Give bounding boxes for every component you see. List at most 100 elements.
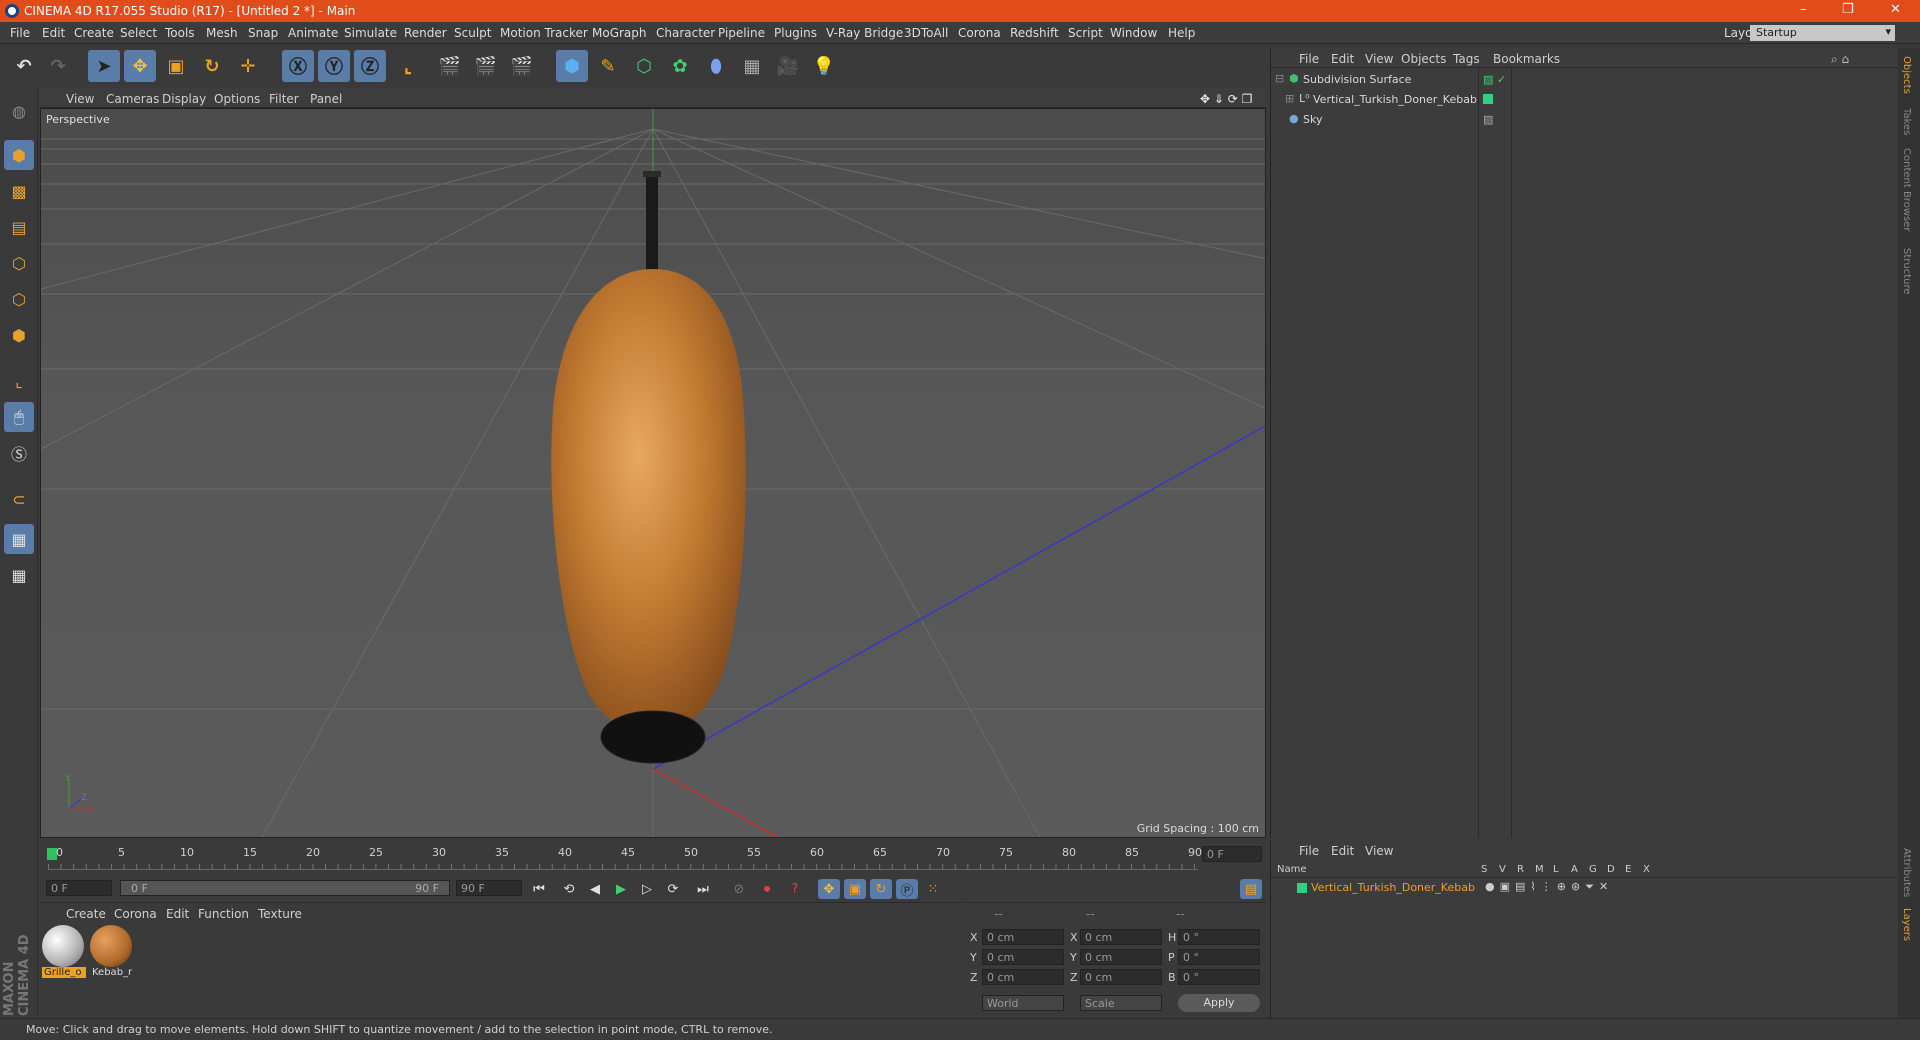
menu-3dtoall[interactable]: 3DToAll <box>904 26 948 40</box>
recent-tools-icon[interactable]: ✛ <box>232 50 264 82</box>
menu-corona[interactable]: Corona <box>958 26 1001 40</box>
live-selection-icon[interactable]: ➤ <box>88 50 120 82</box>
doner-kebab-meat[interactable] <box>551 269 746 734</box>
scale-tool-icon[interactable]: ▣ <box>160 50 192 82</box>
workplane-mode-icon[interactable]: ▤ <box>4 212 34 242</box>
tab-attributes[interactable]: Attributes <box>1901 848 1912 897</box>
edges-mode-icon[interactable]: ⬡ <box>4 284 34 314</box>
object-row[interactable]: ● Sky ▨ <box>1275 112 1875 130</box>
play-icon[interactable]: ▶ <box>610 879 632 899</box>
obj-menu-file[interactable]: File <box>1299 52 1319 66</box>
rotation-h-field[interactable]: 0 ° <box>1178 929 1260 945</box>
enabled-check-icon[interactable]: ▨ ✓ <box>1483 73 1506 86</box>
size-y-field[interactable]: 0 cm <box>1080 949 1162 965</box>
close-button[interactable]: ✕ <box>1890 2 1901 17</box>
timeline-ruler[interactable]: 0 5 10 15 20 25 30 35 40 45 50 55 60 65 … <box>40 840 1266 876</box>
obj-menu-tags[interactable]: Tags <box>1453 52 1480 66</box>
layer-menu-file[interactable]: File <box>1299 844 1319 858</box>
end-frame-field[interactable]: 90 F <box>456 880 522 896</box>
viewport-menu-display[interactable]: Display <box>162 92 206 106</box>
z-axis-lock-icon[interactable]: Ⓩ <box>354 50 386 82</box>
frame-range-slider[interactable]: 0 F 90 F <box>120 880 450 896</box>
start-frame-field[interactable]: 0 F <box>46 880 112 896</box>
collapse-icon[interactable]: ⊟ <box>1275 72 1284 85</box>
key-parameter-icon[interactable]: Ⓟ <box>896 879 918 899</box>
render-picture-viewer-icon[interactable]: 🎬 <box>470 50 502 82</box>
material-swatch[interactable]: Grille_o <box>42 925 86 981</box>
position-z-field[interactable]: 0 cm <box>982 969 1064 985</box>
tab-objects[interactable]: Objects <box>1901 56 1912 94</box>
menu-file[interactable]: File <box>10 26 30 40</box>
mat-menu-edit[interactable]: Edit <box>166 907 189 921</box>
layer-menu-edit[interactable]: Edit <box>1331 844 1354 858</box>
planar-workplane-icon[interactable]: ▦ <box>4 560 34 590</box>
mat-menu-create[interactable]: Create <box>66 907 106 921</box>
model-mode-icon[interactable]: ⬢ <box>4 140 34 170</box>
obj-menu-objects[interactable]: Objects <box>1401 52 1446 66</box>
camera-icon[interactable]: 🎥 <box>772 50 804 82</box>
key-position-icon[interactable]: ✥ <box>818 879 840 899</box>
render-settings-icon[interactable]: 🎬 <box>506 50 538 82</box>
rotation-p-field[interactable]: 0 ° <box>1178 949 1260 965</box>
tab-content-browser[interactable]: Content Browser <box>1901 148 1912 231</box>
viewport-menu-cameras[interactable]: Cameras <box>106 92 159 106</box>
obj-menu-edit[interactable]: Edit <box>1331 52 1354 66</box>
menu-mesh[interactable]: Mesh <box>206 26 238 40</box>
cube-primitive-icon[interactable]: ⬢ <box>556 50 588 82</box>
viewport-menu-view[interactable]: View <box>66 92 94 106</box>
move-tool-icon[interactable]: ✥ <box>124 50 156 82</box>
menu-motion-tracker[interactable]: Motion Tracker <box>500 26 588 40</box>
menu-select[interactable]: Select <box>120 26 157 40</box>
apply-button[interactable]: Apply <box>1178 994 1260 1012</box>
subdivision-surface-icon[interactable]: ⬡ <box>628 50 660 82</box>
record-key-icon[interactable]: ⏺ <box>756 879 778 899</box>
keyframe-selection-icon[interactable]: ⊘ <box>728 879 750 899</box>
viewport-menu-options[interactable]: Options <box>214 92 260 106</box>
search-icon[interactable]: ⌕ ⌂ <box>1831 52 1849 67</box>
render-view-icon[interactable]: 🎬 <box>434 50 466 82</box>
layer-menu-view[interactable]: View <box>1365 844 1393 858</box>
obj-menu-view[interactable]: View <box>1365 52 1393 66</box>
key-scale-icon[interactable]: ▣ <box>844 879 866 899</box>
menu-script[interactable]: Script <box>1068 26 1103 40</box>
layer-color-swatch[interactable] <box>1297 883 1307 893</box>
viewport-menu-filter[interactable]: Filter <box>269 92 299 106</box>
prev-frame-icon[interactable]: ◀ <box>584 879 606 899</box>
light-icon[interactable]: 💡 <box>808 50 840 82</box>
y-axis-lock-icon[interactable]: Ⓨ <box>318 50 350 82</box>
viewport-perspective[interactable]: Perspective Y X Z Grid Spacing : 100 cm <box>40 108 1266 838</box>
go-to-end-icon[interactable]: ⏭ <box>692 879 714 899</box>
expand-icon[interactable]: ⊞ <box>1285 92 1294 105</box>
snapping-icon[interactable]: ⊂ <box>4 484 34 514</box>
floor-environment-icon[interactable]: ▦ <box>736 50 768 82</box>
rotation-b-field[interactable]: 0 ° <box>1178 969 1260 985</box>
locked-workplane-icon[interactable]: ▦ <box>4 524 34 554</box>
minimize-button[interactable]: – <box>1800 2 1807 17</box>
menu-snap[interactable]: Snap <box>248 26 278 40</box>
world-select[interactable]: World <box>982 995 1064 1011</box>
restore-button[interactable]: ❐ <box>1842 2 1854 17</box>
position-x-field[interactable]: 0 cm <box>982 929 1064 945</box>
layer-color-swatch[interactable] <box>1483 94 1493 104</box>
menu-help[interactable]: Help <box>1168 26 1195 40</box>
mat-menu-corona[interactable]: Corona <box>114 907 157 921</box>
menu-tools[interactable]: Tools <box>165 26 195 40</box>
make-editable-icon[interactable]: ◍ <box>4 96 34 126</box>
menu-character[interactable]: Character <box>656 26 715 40</box>
timeline-window-icon[interactable]: ▤ <box>1240 879 1262 899</box>
x-axis-lock-icon[interactable]: Ⓧ <box>282 50 314 82</box>
rotate-tool-icon[interactable]: ↻ <box>196 50 228 82</box>
prev-key-icon[interactable]: ⟲ <box>558 879 580 899</box>
next-key-icon[interactable]: ⟳ <box>662 879 684 899</box>
pen-spline-icon[interactable]: ✎ <box>592 50 624 82</box>
menu-render[interactable]: Render <box>404 26 447 40</box>
menu-pipeline[interactable]: Pipeline <box>718 26 765 40</box>
autokey-icon[interactable]: ? <box>784 879 806 899</box>
size-x-field[interactable]: 0 cm <box>1080 929 1162 945</box>
axis-mode-icon[interactable]: ⌞ <box>4 366 34 396</box>
material-swatch[interactable]: Kebab_r <box>90 925 134 981</box>
layer-row[interactable]: Vertical_Turkish_Doner_Kebab ●▣▤⌇⋮⊕⊛⏷✕ <box>1271 880 1899 896</box>
menu-plugins[interactable]: Plugins <box>774 26 817 40</box>
undo-icon[interactable]: ↶ <box>8 50 40 82</box>
tab-takes[interactable]: Takes <box>1901 108 1912 135</box>
